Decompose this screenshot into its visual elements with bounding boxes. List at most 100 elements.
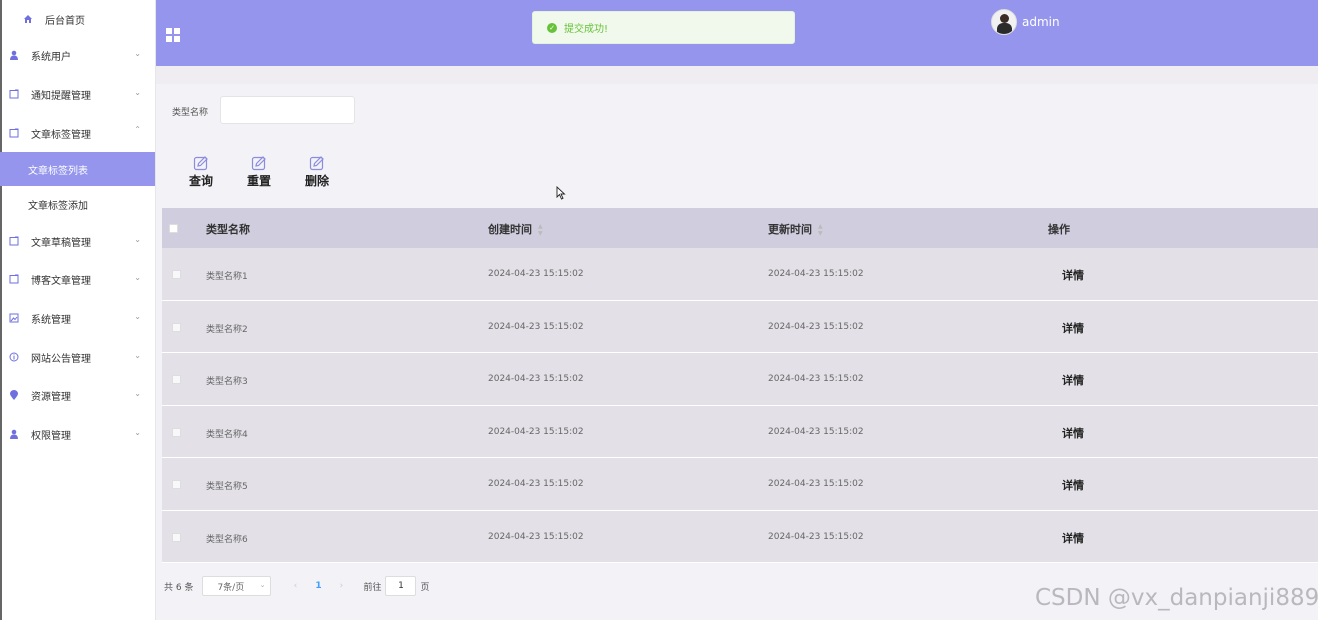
home-icon [23, 14, 33, 24]
sidebar-item-label: 系统用户 [31, 51, 71, 63]
prev-page-button[interactable]: ‹ [285, 581, 305, 591]
detail-button[interactable]: 详情 [1062, 320, 1084, 336]
info-icon [9, 352, 19, 362]
user-icon [9, 429, 19, 439]
table-row: 类型名称1 2024-04-23 15:15:02 2024-04-23 15:… [162, 248, 1318, 301]
chevron-down-icon: ⌄ [134, 88, 141, 97]
picture-icon [9, 313, 19, 323]
sidebar-subitem-tag-list[interactable]: 文章标签列表 [0, 152, 155, 186]
sort-icon[interactable]: ▲ ▼ [818, 223, 823, 237]
sidebar-item-blog-articles[interactable]: 博客文章管理 ⌄ [0, 260, 155, 298]
sidebar-item-label: 资源管理 [31, 391, 71, 403]
sidebar-item-system-users[interactable]: 系统用户 ⌄ [0, 36, 155, 74]
menu-grid-icon[interactable] [166, 28, 180, 42]
goto-page-input[interactable]: 1 [385, 576, 417, 596]
chevron-down-icon: ⌄ [134, 389, 141, 398]
cell-updated: 2024-04-23 15:15:02 [768, 426, 864, 437]
query-label: 查询 [188, 174, 213, 188]
detail-button[interactable]: 详情 [1062, 372, 1084, 388]
document-icon [9, 274, 19, 284]
sidebar-item-resources[interactable]: 资源管理 ⌄ [0, 376, 155, 414]
main-content: 类型名称 查询 重置 删除 类型名称 创建时间 ▲ ▼ 更新时间 ▲ ▼ 操作 类型名称… [156, 84, 1318, 620]
document-icon [9, 236, 19, 246]
sidebar-item-article-tags[interactable]: 文章标签管理 ⌃ [0, 114, 155, 152]
pagination: 共 6 条 7条/页 ⌄ ‹ 1 › 前往 1 页 [164, 576, 429, 596]
watermark: CSDN @vx_danpianji889 [1035, 585, 1318, 611]
sidebar: 后台首页 系统用户 ⌄ 通知提醒管理 ⌄ 文章标签管理 ⌃ 文章标签列表 文章标… [0, 0, 156, 620]
cell-type-name: 类型名称4 [206, 429, 248, 440]
column-header-updated[interactable]: 更新时间 ▲ ▼ [768, 221, 823, 237]
cell-updated: 2024-04-23 15:15:02 [768, 374, 864, 384]
table-row: 类型名称2 2024-04-23 15:15:02 2024-04-23 15:… [162, 300, 1318, 353]
row-checkbox[interactable] [172, 427, 181, 437]
mouse-cursor-icon [556, 186, 566, 200]
sidebar-subitem-label: 文章标签列表 [28, 165, 88, 177]
detail-button[interactable]: 详情 [1062, 530, 1084, 546]
avatar[interactable] [991, 9, 1017, 35]
cell-created: 2024-04-23 15:15:02 [488, 374, 584, 384]
row-checkbox[interactable] [172, 322, 181, 332]
table-row: 类型名称5 2024-04-23 15:15:02 2024-04-23 15:… [162, 458, 1318, 511]
sidebar-item-label: 系统管理 [31, 314, 71, 326]
cell-type-name: 类型名称3 [206, 377, 248, 387]
search-label: 类型名称 [172, 108, 209, 118]
chevron-down-icon: ⌄ [134, 49, 141, 58]
cell-created: 2024-04-23 15:15:02 [488, 531, 584, 542]
detail-button[interactable]: 详情 [1062, 477, 1084, 493]
next-page-button[interactable]: › [331, 581, 351, 591]
page-size-select[interactable]: 7条/页 ⌄ [202, 576, 272, 596]
edit-icon [193, 156, 208, 171]
table-row: 类型名称3 2024-04-23 15:15:02 2024-04-23 15:… [162, 353, 1318, 406]
total-count: 共 6 条 [164, 582, 194, 593]
sidebar-item-permissions[interactable]: 权限管理 ⌄ [0, 415, 155, 453]
table-row: 类型名称6 2024-04-23 15:15:02 2024-04-23 15:… [162, 510, 1318, 563]
sidebar-subitem-label: 文章标签添加 [28, 200, 88, 212]
check-circle-icon: ✓ [547, 22, 557, 33]
cell-created: 2024-04-23 15:15:02 [488, 479, 584, 489]
sidebar-item-label: 通知提醒管理 [31, 90, 91, 102]
username: admin [1022, 15, 1060, 29]
user-menu[interactable]: admin [991, 9, 1060, 35]
cell-type-name: 类型名称1 [206, 272, 248, 282]
column-header-created[interactable]: 创建时间 ▲ ▼ [488, 221, 543, 237]
detail-button[interactable]: 详情 [1062, 425, 1084, 441]
sidebar-item-label: 文章标签管理 [31, 129, 91, 141]
query-button[interactable]: 查询 [186, 155, 216, 191]
sidebar-item-label: 博客文章管理 [31, 275, 91, 287]
type-name-search-input[interactable] [220, 96, 355, 124]
row-checkbox[interactable] [172, 270, 181, 279]
detail-button[interactable]: 详情 [1062, 267, 1084, 283]
chevron-down-icon: ⌄ [134, 428, 141, 437]
cell-updated: 2024-04-23 15:15:02 [768, 269, 864, 279]
edit-icon [251, 156, 266, 171]
sidebar-item-label: 文章草稿管理 [31, 237, 91, 249]
reset-button[interactable]: 重置 [244, 155, 274, 191]
success-toast: ✓ 提交成功! [532, 11, 795, 44]
cell-created: 2024-04-23 15:15:02 [488, 321, 584, 332]
sidebar-item-announcements[interactable]: 网站公告管理 ⌄ [0, 338, 155, 376]
page-number[interactable]: 1 [305, 581, 331, 591]
sidebar-item-drafts[interactable]: 文章草稿管理 ⌄ [0, 222, 155, 260]
chevron-down-icon: ⌄ [134, 351, 141, 360]
sidebar-item-system-management[interactable]: 系统管理 ⌄ [0, 299, 155, 337]
cell-updated: 2024-04-23 15:15:02 [768, 531, 864, 542]
column-header-type-name: 类型名称 [206, 223, 250, 236]
sidebar-item-notifications[interactable]: 通知提醒管理 ⌄ [0, 75, 155, 113]
chevron-up-icon: ⌃ [134, 125, 141, 134]
top-header: ✓ 提交成功! admin [156, 0, 1318, 66]
chevron-down-icon: ⌄ [134, 312, 141, 321]
row-checkbox[interactable] [172, 375, 181, 384]
delete-button[interactable]: 删除 [302, 155, 332, 191]
select-all-checkbox[interactable] [169, 224, 178, 233]
cell-updated: 2024-04-23 15:15:02 [768, 479, 864, 489]
sidebar-item-home[interactable]: 后台首页 [0, 0, 155, 38]
sidebar-subitem-tag-add[interactable]: 文章标签添加 [0, 187, 155, 221]
sort-icon[interactable]: ▲ ▼ [538, 223, 543, 237]
goto-label: 前往 [363, 582, 382, 593]
page-unit-label: 页 [420, 582, 430, 593]
row-checkbox[interactable] [172, 480, 181, 489]
row-checkbox[interactable] [172, 532, 181, 542]
cell-type-name: 类型名称6 [206, 534, 248, 545]
edit-icon [309, 156, 324, 171]
chevron-down-icon: ⌄ [259, 581, 266, 589]
